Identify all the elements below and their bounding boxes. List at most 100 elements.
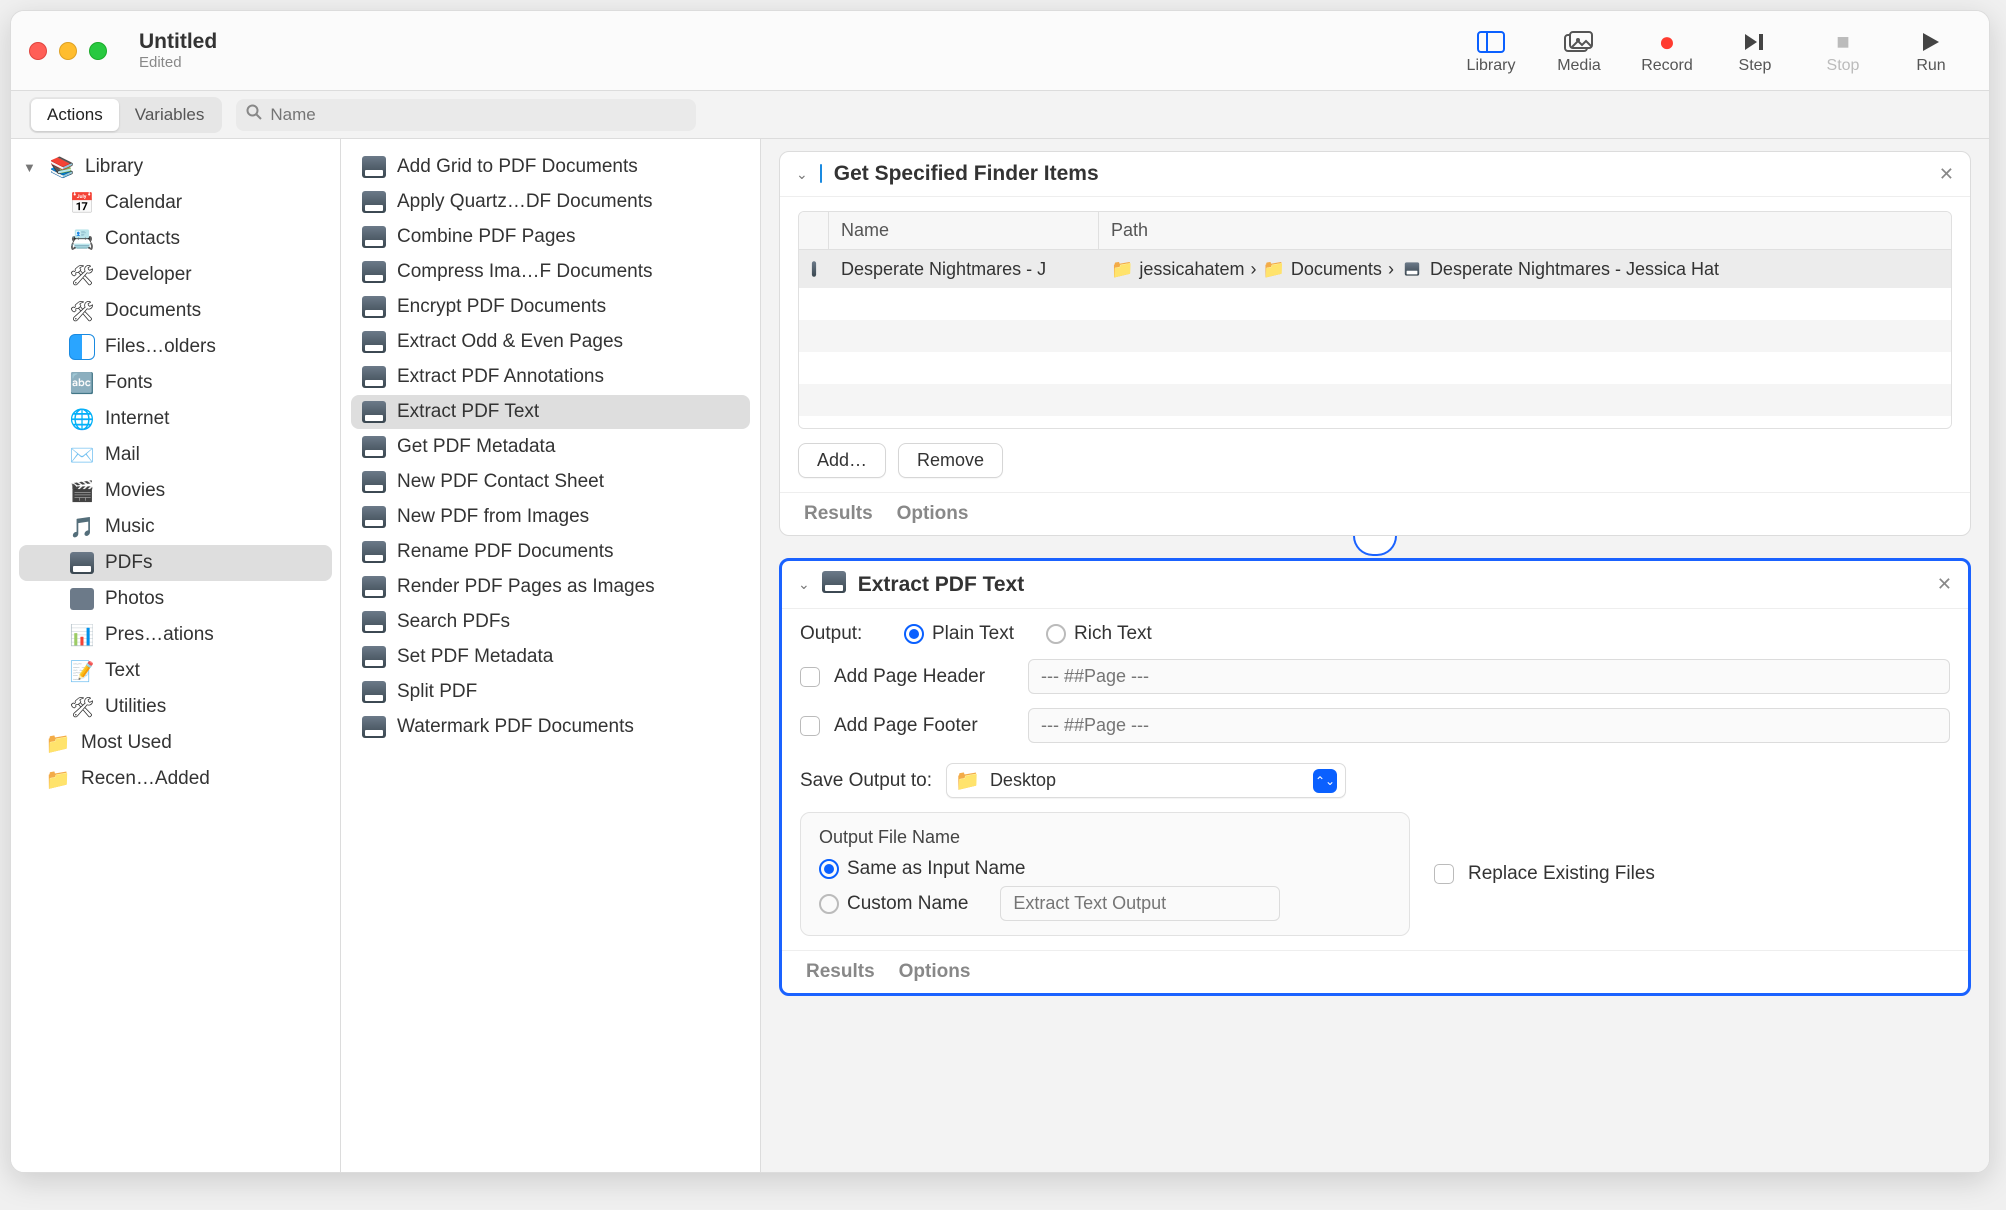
options-tab[interactable]: Options xyxy=(897,503,969,525)
action-item-label: Extract PDF Annotations xyxy=(397,366,604,388)
chevron-down-icon[interactable]: ⌄ xyxy=(796,166,808,183)
smart-folder-icon: 📁 xyxy=(45,730,71,756)
pdf-file-icon xyxy=(1405,262,1419,275)
pdf-action-icon xyxy=(361,259,387,285)
library-root[interactable]: ▼ 📚 Library xyxy=(19,149,332,185)
workflow-area[interactable]: ⌄ Get Specified Finder Items ✕ Name Path xyxy=(761,139,1989,1172)
library-item-movies[interactable]: 🎬Movies xyxy=(19,473,332,509)
action-item[interactable]: Encrypt PDF Documents xyxy=(351,290,750,324)
search-icon xyxy=(246,104,262,125)
action-item[interactable]: Get PDF Metadata xyxy=(351,430,750,464)
library-item-pdfs[interactable]: PDFs xyxy=(19,545,332,581)
search-input[interactable] xyxy=(270,105,686,125)
window-title: Untitled xyxy=(139,30,217,54)
minimize-window-button[interactable] xyxy=(59,42,77,60)
action-item[interactable]: Set PDF Metadata xyxy=(351,640,750,674)
library-item-calendar[interactable]: 📅Calendar xyxy=(19,185,332,221)
library-item-fonts[interactable]: 🔤Fonts xyxy=(19,365,332,401)
library-item-internet[interactable]: 🌐Internet xyxy=(19,401,332,437)
options-tab[interactable]: Options xyxy=(899,961,971,983)
close-icon[interactable]: ✕ xyxy=(1937,574,1952,595)
workflow-connector xyxy=(779,536,1971,558)
pdf-action-icon xyxy=(361,224,387,250)
action-item[interactable]: Rename PDF Documents xyxy=(351,535,750,569)
action-item[interactable]: Combine PDF Pages xyxy=(351,220,750,254)
library-item-developer[interactable]: 🛠Developer xyxy=(19,257,332,293)
checkbox-page-header[interactable] xyxy=(800,667,820,687)
library-smart-recent[interactable]: 📁Recen…Added xyxy=(19,761,332,797)
library-item-text[interactable]: 📝Text xyxy=(19,653,332,689)
library-item-photos[interactable]: Photos xyxy=(19,581,332,617)
results-tab[interactable]: Results xyxy=(806,961,875,983)
page-footer-input xyxy=(1028,708,1950,743)
library-smart-most-used[interactable]: 📁Most Used xyxy=(19,725,332,761)
toolbar-run-button[interactable]: Run xyxy=(1891,19,1971,83)
library-item-music[interactable]: 🎵Music xyxy=(19,509,332,545)
results-tab[interactable]: Results xyxy=(804,503,873,525)
close-window-button[interactable] xyxy=(29,42,47,60)
search-field[interactable] xyxy=(236,99,696,131)
pdf-action-icon xyxy=(361,434,387,460)
pdf-action-icon xyxy=(361,154,387,180)
action-item[interactable]: Extract PDF Annotations xyxy=(351,360,750,394)
action-item[interactable]: Split PDF xyxy=(351,675,750,709)
radio-custom-name[interactable]: Custom Name xyxy=(819,893,968,915)
action-item[interactable]: Search PDFs xyxy=(351,605,750,639)
action-item[interactable]: Extract Odd & Even Pages xyxy=(351,325,750,359)
save-output-select[interactable]: 📁 Desktop ⌃⌄ xyxy=(946,763,1346,798)
titlebar: Untitled Edited Library Media ● Record xyxy=(11,11,1989,91)
toolbar-record-button[interactable]: ● Record xyxy=(1627,19,1707,83)
documents-icon: 🛠 xyxy=(69,298,95,324)
toolbar-media-button[interactable]: Media xyxy=(1539,19,1619,83)
action-item[interactable]: Compress Ima…F Documents xyxy=(351,255,750,289)
radio-same-as-input[interactable]: Same as Input Name xyxy=(819,858,1025,880)
checkbox-page-footer[interactable] xyxy=(800,716,820,736)
zoom-window-button[interactable] xyxy=(89,42,107,60)
remove-button[interactable]: Remove xyxy=(898,443,1003,478)
library-item-presentations[interactable]: 📊Pres…ations xyxy=(19,617,332,653)
pdf-file-icon xyxy=(812,261,816,276)
close-icon[interactable]: ✕ xyxy=(1939,164,1954,185)
library-item-utilities[interactable]: 🛠Utilities xyxy=(19,689,332,725)
smart-folder-icon: 📁 xyxy=(45,766,71,792)
library-item-documents[interactable]: 🛠Documents xyxy=(19,293,332,329)
radio-plain-text[interactable]: Plain Text xyxy=(904,623,1014,645)
action-item-label: Combine PDF Pages xyxy=(397,226,575,248)
action-item[interactable]: Render PDF Pages as Images xyxy=(351,570,750,604)
table-row[interactable]: Desperate Nightmares - J 📁jessicahatem ›… xyxy=(799,250,1951,288)
checkbox-replace-existing[interactable] xyxy=(1434,864,1454,884)
action-item-label: Compress Ima…F Documents xyxy=(397,261,653,283)
library-item-contacts[interactable]: 📇Contacts xyxy=(19,221,332,257)
chevron-down-icon[interactable]: ⌄ xyxy=(798,576,810,593)
toolbar-library-button[interactable]: Library xyxy=(1451,19,1531,83)
chevron-down-icon[interactable]: ▼ xyxy=(23,160,39,175)
save-output-label: Save Output to: xyxy=(800,770,932,792)
action-item[interactable]: Extract PDF Text xyxy=(351,395,750,429)
calendar-icon: 📅 xyxy=(69,190,95,216)
library-item-mail[interactable]: ✉️Mail xyxy=(19,437,332,473)
add-button[interactable]: Add… xyxy=(798,443,886,478)
action-item[interactable]: New PDF from Images xyxy=(351,500,750,534)
actions-variables-segment: Actions Variables xyxy=(29,97,222,133)
column-path[interactable]: Path xyxy=(1099,212,1951,249)
pdf-action-icon xyxy=(361,644,387,670)
library-item-files[interactable]: Files…olders xyxy=(19,329,332,365)
action-item[interactable]: Add Grid to PDF Documents xyxy=(351,150,750,184)
radio-rich-text[interactable]: Rich Text xyxy=(1046,623,1152,645)
tab-actions[interactable]: Actions xyxy=(31,99,119,131)
window-controls xyxy=(29,42,107,60)
keynote-icon: 📊 xyxy=(69,622,95,648)
action-item[interactable]: Watermark PDF Documents xyxy=(351,710,750,744)
toolbar-step-button[interactable]: Step xyxy=(1715,19,1795,83)
page-header-input xyxy=(1028,659,1950,694)
action-item-label: Encrypt PDF Documents xyxy=(397,296,606,318)
column-name[interactable]: Name xyxy=(829,212,1099,249)
action-item-label: Watermark PDF Documents xyxy=(397,716,634,738)
stop-icon: ■ xyxy=(1836,27,1849,57)
play-icon xyxy=(1921,27,1941,57)
utilities-icon: 🛠 xyxy=(69,694,95,720)
tab-variables[interactable]: Variables xyxy=(119,99,221,131)
movies-icon: 🎬 xyxy=(69,478,95,504)
action-item[interactable]: Apply Quartz…DF Documents xyxy=(351,185,750,219)
action-item[interactable]: New PDF Contact Sheet xyxy=(351,465,750,499)
